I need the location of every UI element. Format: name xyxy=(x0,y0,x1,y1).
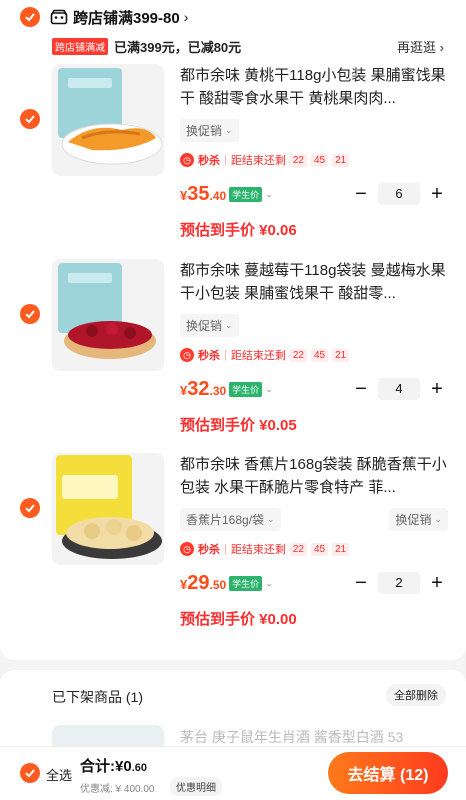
student-badge: 学生价 xyxy=(229,381,263,397)
clock-icon: ◷ xyxy=(180,153,194,167)
clock-icon: ◷ xyxy=(180,542,194,556)
countdown-minutes: 45 xyxy=(310,153,329,167)
item-check-icon[interactable] xyxy=(20,109,40,129)
store-header[interactable]: 跨店铺满399-80 › xyxy=(20,6,188,28)
final-price: 预估到手价 ¥0.00 xyxy=(180,611,297,628)
countdown-hours: 22 xyxy=(289,153,307,167)
final-price: 预估到手价 ¥0.06 xyxy=(180,222,297,239)
offshelf-heading: 已下架商品 (1) xyxy=(52,689,143,705)
offshelf-product-title[interactable]: 茅台 庚子鼠年生肖酒 酱香型白酒 53 xyxy=(180,727,450,747)
item-check-icon[interactable] xyxy=(20,304,40,324)
total-label: 合计: xyxy=(80,758,115,775)
price-row: ¥32.30 学生价 ⌄ − 4 + xyxy=(180,377,448,401)
price: ¥29.50 xyxy=(180,571,227,594)
total-cents: .60 xyxy=(131,762,147,774)
total-value: ¥0 xyxy=(115,758,132,775)
chevron-right-icon[interactable]: › xyxy=(184,9,189,25)
countdown-hours: 22 xyxy=(289,348,307,362)
divider: | xyxy=(224,543,227,555)
countdown-label: 距结束还剩 xyxy=(230,155,286,167)
checkout-bar: 全选 合计:¥0.60 优惠减: ¥ 400.00 优惠明细 去结算 (12) xyxy=(0,746,466,800)
select-all-label[interactable]: 全选 xyxy=(46,765,72,784)
countdown-minutes: 45 xyxy=(310,542,329,556)
product-title[interactable]: 都市余味 黄桃干118g小包装 果脯蜜饯果干 酸甜零食水果干 黄桃果肉肉... xyxy=(180,64,448,110)
flash-sale: ◷ 秒杀 | 距结束还剩 22 45 21 xyxy=(180,151,350,169)
countdown-seconds: 21 xyxy=(332,542,350,556)
promo-select[interactable]: 换促销 ⌄ xyxy=(389,507,448,531)
select-row: 换促销 ⌄ xyxy=(180,313,448,337)
student-badge: 学生价 xyxy=(229,186,263,202)
promo-text: 已满399元，已减80元 xyxy=(114,39,242,55)
flash-label: 秒杀 xyxy=(198,350,220,362)
product-image[interactable] xyxy=(52,259,164,371)
countdown-label: 距结束还剩 xyxy=(230,350,286,362)
chevron-down-icon: ⌄ xyxy=(225,124,233,135)
chevron-down-icon: ⌄ xyxy=(225,319,233,330)
increase-button[interactable]: + xyxy=(426,573,448,593)
select-row: 香蕉片168g/袋 ⌄ 换促销 ⌄ xyxy=(180,507,448,531)
store-icon xyxy=(50,9,68,25)
item-check-icon[interactable] xyxy=(20,498,40,518)
flash-sale: ◷ 秒杀 | 距结束还剩 22 45 21 xyxy=(180,346,350,364)
cart-store-card: 跨店铺满399-80 › 跨店铺满减 已满399元，已减80元 再逛逛 › 都市… xyxy=(0,0,466,660)
countdown-label: 距结束还剩 xyxy=(230,544,286,556)
spec-select[interactable]: 香蕉片168g/袋 ⌄ xyxy=(180,507,281,531)
cart-item[interactable]: 都市余味 蔓越莓干118g袋装 曼越梅水果干小包装 果脯蜜饯果干 酸甜零... … xyxy=(0,259,466,454)
discount-detail-button[interactable]: 优惠明细 xyxy=(170,777,222,796)
store-check-icon[interactable] xyxy=(20,7,40,27)
price: ¥32.30 xyxy=(180,377,227,400)
divider: | xyxy=(224,349,227,361)
increase-button[interactable]: + xyxy=(426,379,448,399)
store-name[interactable]: 跨店铺满399-80 xyxy=(73,7,180,28)
promo-tag: 跨店铺满减 xyxy=(52,37,108,55)
countdown-seconds: 21 xyxy=(332,153,350,167)
clock-icon: ◷ xyxy=(180,348,194,362)
quantity-input[interactable]: 2 xyxy=(378,572,420,594)
decrease-button[interactable]: − xyxy=(350,573,372,593)
chevron-down-icon[interactable]: ⌄ xyxy=(265,384,273,395)
divider: | xyxy=(224,154,227,166)
increase-button[interactable]: + xyxy=(426,184,448,204)
select-all-check-icon[interactable] xyxy=(20,763,40,783)
checkout-button[interactable]: 去结算 (12) xyxy=(328,752,448,794)
promo-row: 跨店铺满减 已满399元，已减80元 再逛逛 › xyxy=(52,37,444,55)
flash-label: 秒杀 xyxy=(198,544,220,556)
countdown-seconds: 21 xyxy=(332,348,350,362)
product-image[interactable] xyxy=(52,64,164,176)
product-title[interactable]: 都市余味 香蕉片168g袋装 酥脆香蕉干小包装 水果干酥脆片零食特产 菲... xyxy=(180,453,448,499)
countdown-minutes: 45 xyxy=(310,348,329,362)
decrease-button[interactable]: − xyxy=(350,184,372,204)
cart-item[interactable]: 都市余味 香蕉片168g袋装 酥脆香蕉干小包装 水果干酥脆片零食特产 菲... … xyxy=(0,453,466,648)
flash-sale: ◷ 秒杀 | 距结束还剩 22 45 21 xyxy=(180,540,350,558)
cart-item[interactable]: 都市余味 黄桃干118g小包装 果脯蜜饯果干 酸甜零食水果干 黄桃果肉肉... … xyxy=(0,64,466,259)
browse-more-link[interactable]: 再逛逛 › xyxy=(397,37,444,56)
flash-label: 秒杀 xyxy=(198,155,220,167)
product-title[interactable]: 都市余味 蔓越莓干118g袋装 曼越梅水果干小包装 果脯蜜饯果干 酸甜零... xyxy=(180,259,448,305)
student-badge: 学生价 xyxy=(229,575,263,591)
chevron-down-icon[interactable]: ⌄ xyxy=(265,578,273,589)
decrease-button[interactable]: − xyxy=(350,379,372,399)
select-row: 换促销 ⌄ xyxy=(180,118,448,142)
total-amount: 合计:¥0.60 xyxy=(80,755,147,776)
price: ¥35.40 xyxy=(180,182,227,205)
quantity-input[interactable]: 4 xyxy=(378,378,420,400)
clear-all-button[interactable]: 全部删除 xyxy=(386,684,446,706)
price-row: ¥29.50 学生价 ⌄ − 2 + xyxy=(180,571,448,595)
quantity-stepper: − 4 + xyxy=(350,378,448,400)
promo-select[interactable]: 换促销 ⌄ xyxy=(180,118,239,142)
quantity-stepper: − 2 + xyxy=(350,572,448,594)
price-row: ¥35.40 学生价 ⌄ − 6 + xyxy=(180,182,448,206)
quantity-stepper: − 6 + xyxy=(350,183,448,205)
final-price: 预估到手价 ¥0.05 xyxy=(180,417,297,434)
chevron-down-icon[interactable]: ⌄ xyxy=(265,189,273,200)
chevron-down-icon: ⌄ xyxy=(434,513,442,524)
chevron-down-icon: ⌄ xyxy=(267,513,275,524)
product-image[interactable] xyxy=(52,453,164,565)
quantity-input[interactable]: 6 xyxy=(378,183,420,205)
promo-select[interactable]: 换促销 ⌄ xyxy=(180,313,239,337)
discount-text: 优惠减: ¥ 400.00 xyxy=(80,784,155,795)
countdown-hours: 22 xyxy=(289,542,307,556)
